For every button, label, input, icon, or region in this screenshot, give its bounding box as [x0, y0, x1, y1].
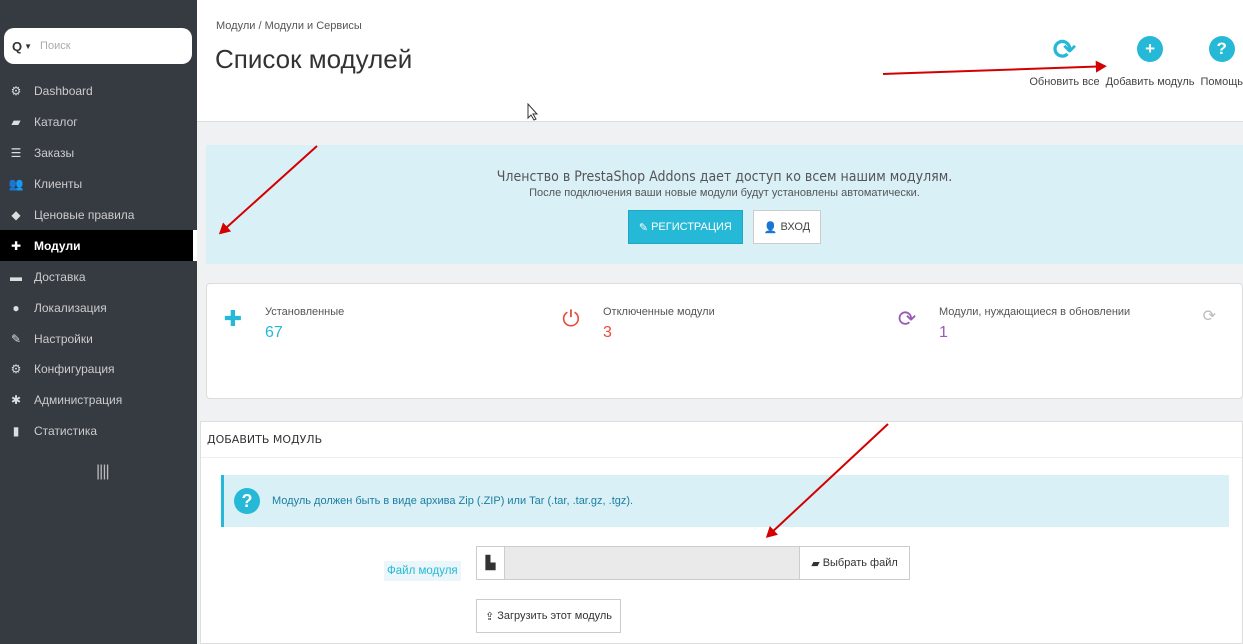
- help-button[interactable]: ? Помощь: [1201, 36, 1243, 88]
- sidebar-item-0[interactable]: ⚙ Dashboard: [0, 76, 197, 107]
- sidebar-item-9[interactable]: ⚙ Конфигурация: [0, 354, 197, 385]
- info-alert: ? Модуль должен быть в виде архива Zip (…: [221, 475, 1229, 527]
- sidebar-item-label: Администрация: [34, 393, 123, 408]
- file-icon: ▙: [477, 547, 505, 579]
- alert-text: Модуль должен быть в виде архива Zip (.Z…: [272, 495, 634, 507]
- plus-circle-icon: +: [1137, 36, 1164, 62]
- search-box[interactable]: Q ▼ Поиск: [4, 28, 192, 64]
- file-input[interactable]: [505, 547, 799, 579]
- sidebar-item-4[interactable]: ◆ Ценовые правила: [0, 200, 197, 231]
- help-label: Помощь: [1200, 76, 1243, 88]
- user-icon: 👤: [763, 221, 778, 234]
- sidebar-item-label: Каталог: [34, 115, 78, 130]
- sidebar: Q ▼ Поиск ⚙ Dashboard ▰ Каталог ☰ Заказы 👥 Клие…: [0, 0, 197, 644]
- sidebar-item-label: Dashboard: [34, 84, 93, 99]
- truck-icon: ▬: [10, 269, 22, 284]
- breadcrumb: Модули / Модули и Сервисы: [216, 20, 362, 32]
- sidebar-nav: ⚙ Dashboard ▰ Каталог ☰ Заказы 👥 Клиенты ◆ Ценовы…: [0, 76, 197, 447]
- sidebar-item-7[interactable]: ● Локализация: [0, 292, 197, 323]
- stat-installed-label: Установленные: [265, 306, 345, 318]
- upload-module-button[interactable]: ⇪ Загрузить этот модуль: [476, 599, 622, 633]
- chevron-down-icon[interactable]: ▼: [24, 42, 32, 51]
- module-stats: ✚ Установленные 67 ⏻ Отключенные модули …: [206, 283, 1243, 399]
- toolbar: ⟳ Обновить все + Добавить модуль ? Помощ…: [1023, 33, 1243, 89]
- page-header: Модули / Модули и Сервисы Список модулей…: [197, 0, 1243, 122]
- stat-updates-label: Модули, нуждающиеся в обновлении: [939, 306, 1131, 318]
- sidebar-item-label: Статистика: [34, 424, 98, 439]
- power-icon: ⏻: [562, 306, 580, 331]
- sidebar-item-3[interactable]: 👥 Клиенты: [0, 169, 197, 200]
- sidebar-item-5[interactable]: ✚ Модули: [0, 230, 197, 262]
- sidebar-item-label: Доставка: [34, 269, 86, 284]
- stat-updates[interactable]: ⟳ Модули, нуждающиеся в обновлении 1: [895, 306, 1130, 342]
- stat-installed-value: 67: [265, 324, 283, 341]
- sidebar-item-label: Ценовые правила: [34, 208, 135, 222]
- register-label: РЕГИСТРАЦИЯ: [651, 221, 732, 233]
- login-label: ВХОД: [780, 221, 811, 233]
- collapse-sidebar-icon[interactable]: ||||: [96, 463, 110, 481]
- sidebar-item-label: Настройки: [34, 331, 93, 346]
- login-button[interactable]: 👤 ВХОД: [752, 210, 822, 244]
- sidebar-item-label: Конфигурация: [34, 362, 115, 377]
- refresh-all-button[interactable]: ⟳ Обновить все: [1029, 33, 1100, 89]
- file-label: Файл модуля: [384, 561, 461, 581]
- add-module-panel: ДОБАВИТЬ МОДУЛЬ ? Модуль должен быть в в…: [200, 421, 1243, 644]
- cogs-icon: ⚙: [10, 362, 22, 377]
- page-title: Список модулей: [215, 44, 413, 74]
- upload-label: Загрузить этот модуль: [497, 610, 613, 622]
- stat-disabled-label: Отключенные модули: [603, 306, 715, 318]
- choose-file-button[interactable]: ▰ Выбрать файл: [799, 547, 909, 579]
- stat-updates-value: 1: [939, 324, 948, 341]
- file-upload-group: ▙ ▰ Выбрать файл: [476, 546, 910, 580]
- gear-icon: ✱: [10, 393, 22, 408]
- sidebar-item-2[interactable]: ☰ Заказы: [0, 138, 197, 169]
- bar-chart-icon: ▮: [12, 424, 20, 439]
- book-icon: ▰: [11, 115, 21, 130]
- dashboard-icon: ⚙: [10, 84, 22, 99]
- question-circle-icon: ?: [1208, 36, 1235, 62]
- question-icon: ?: [234, 488, 260, 514]
- puzzle-icon: ✚: [10, 238, 22, 253]
- register-button[interactable]: ✎ РЕГИСТРАЦИЯ: [627, 210, 743, 244]
- add-module-button[interactable]: + Добавить модуль: [1106, 36, 1195, 88]
- sidebar-item-label: Заказы: [34, 146, 75, 161]
- puzzle-icon: ✚: [223, 306, 243, 331]
- globe-icon: ●: [12, 300, 20, 315]
- sidebar-item-11[interactable]: ▮ Статистика: [0, 416, 197, 447]
- refresh-all-label: Обновить все: [1029, 76, 1100, 88]
- wrench-icon: ✎: [10, 331, 22, 346]
- addons-subtitle: После подключения ваши новые модули буду…: [529, 187, 920, 199]
- sidebar-item-8[interactable]: ✎ Настройки: [0, 323, 197, 354]
- reload-icon[interactable]: ⟳: [1203, 306, 1216, 326]
- addons-banner: Членство в PrestaShop Addons дает доступ…: [206, 145, 1243, 264]
- pencil-icon: ✎: [638, 221, 649, 234]
- sidebar-item-label: Модули: [34, 238, 81, 253]
- sidebar-item-label: Локализация: [34, 300, 107, 315]
- users-icon: 👥: [8, 177, 24, 192]
- cursor-icon: [527, 103, 539, 121]
- search-input[interactable]: Поиск: [40, 40, 70, 52]
- choose-file-label: Выбрать файл: [822, 557, 898, 569]
- refresh-icon: ⟳: [1052, 33, 1077, 65]
- panel-heading: ДОБАВИТЬ МОДУЛЬ: [201, 422, 1242, 458]
- sidebar-item-6[interactable]: ▬ Доставка: [0, 261, 197, 292]
- sidebar-item-10[interactable]: ✱ Администрация: [0, 385, 197, 416]
- stat-installed[interactable]: ✚ Установленные 67: [221, 306, 345, 342]
- search-icon[interactable]: Q: [12, 39, 22, 54]
- refresh-icon: ⟳: [897, 306, 917, 331]
- upload-icon: ⇪: [485, 610, 495, 623]
- stat-disabled-value: 3: [603, 324, 612, 341]
- sidebar-item-1[interactable]: ▰ Каталог: [0, 107, 197, 138]
- sidebar-item-label: Клиенты: [34, 177, 83, 192]
- folder-open-icon: ▰: [811, 557, 820, 570]
- addons-title: Членство в PrestaShop Addons дает доступ…: [496, 169, 953, 185]
- add-module-label: Добавить модуль: [1105, 76, 1195, 88]
- tag-icon: ◆: [11, 208, 21, 222]
- orders-icon: ☰: [10, 146, 22, 161]
- stat-disabled[interactable]: ⏻ Отключенные модули 3: [559, 306, 715, 342]
